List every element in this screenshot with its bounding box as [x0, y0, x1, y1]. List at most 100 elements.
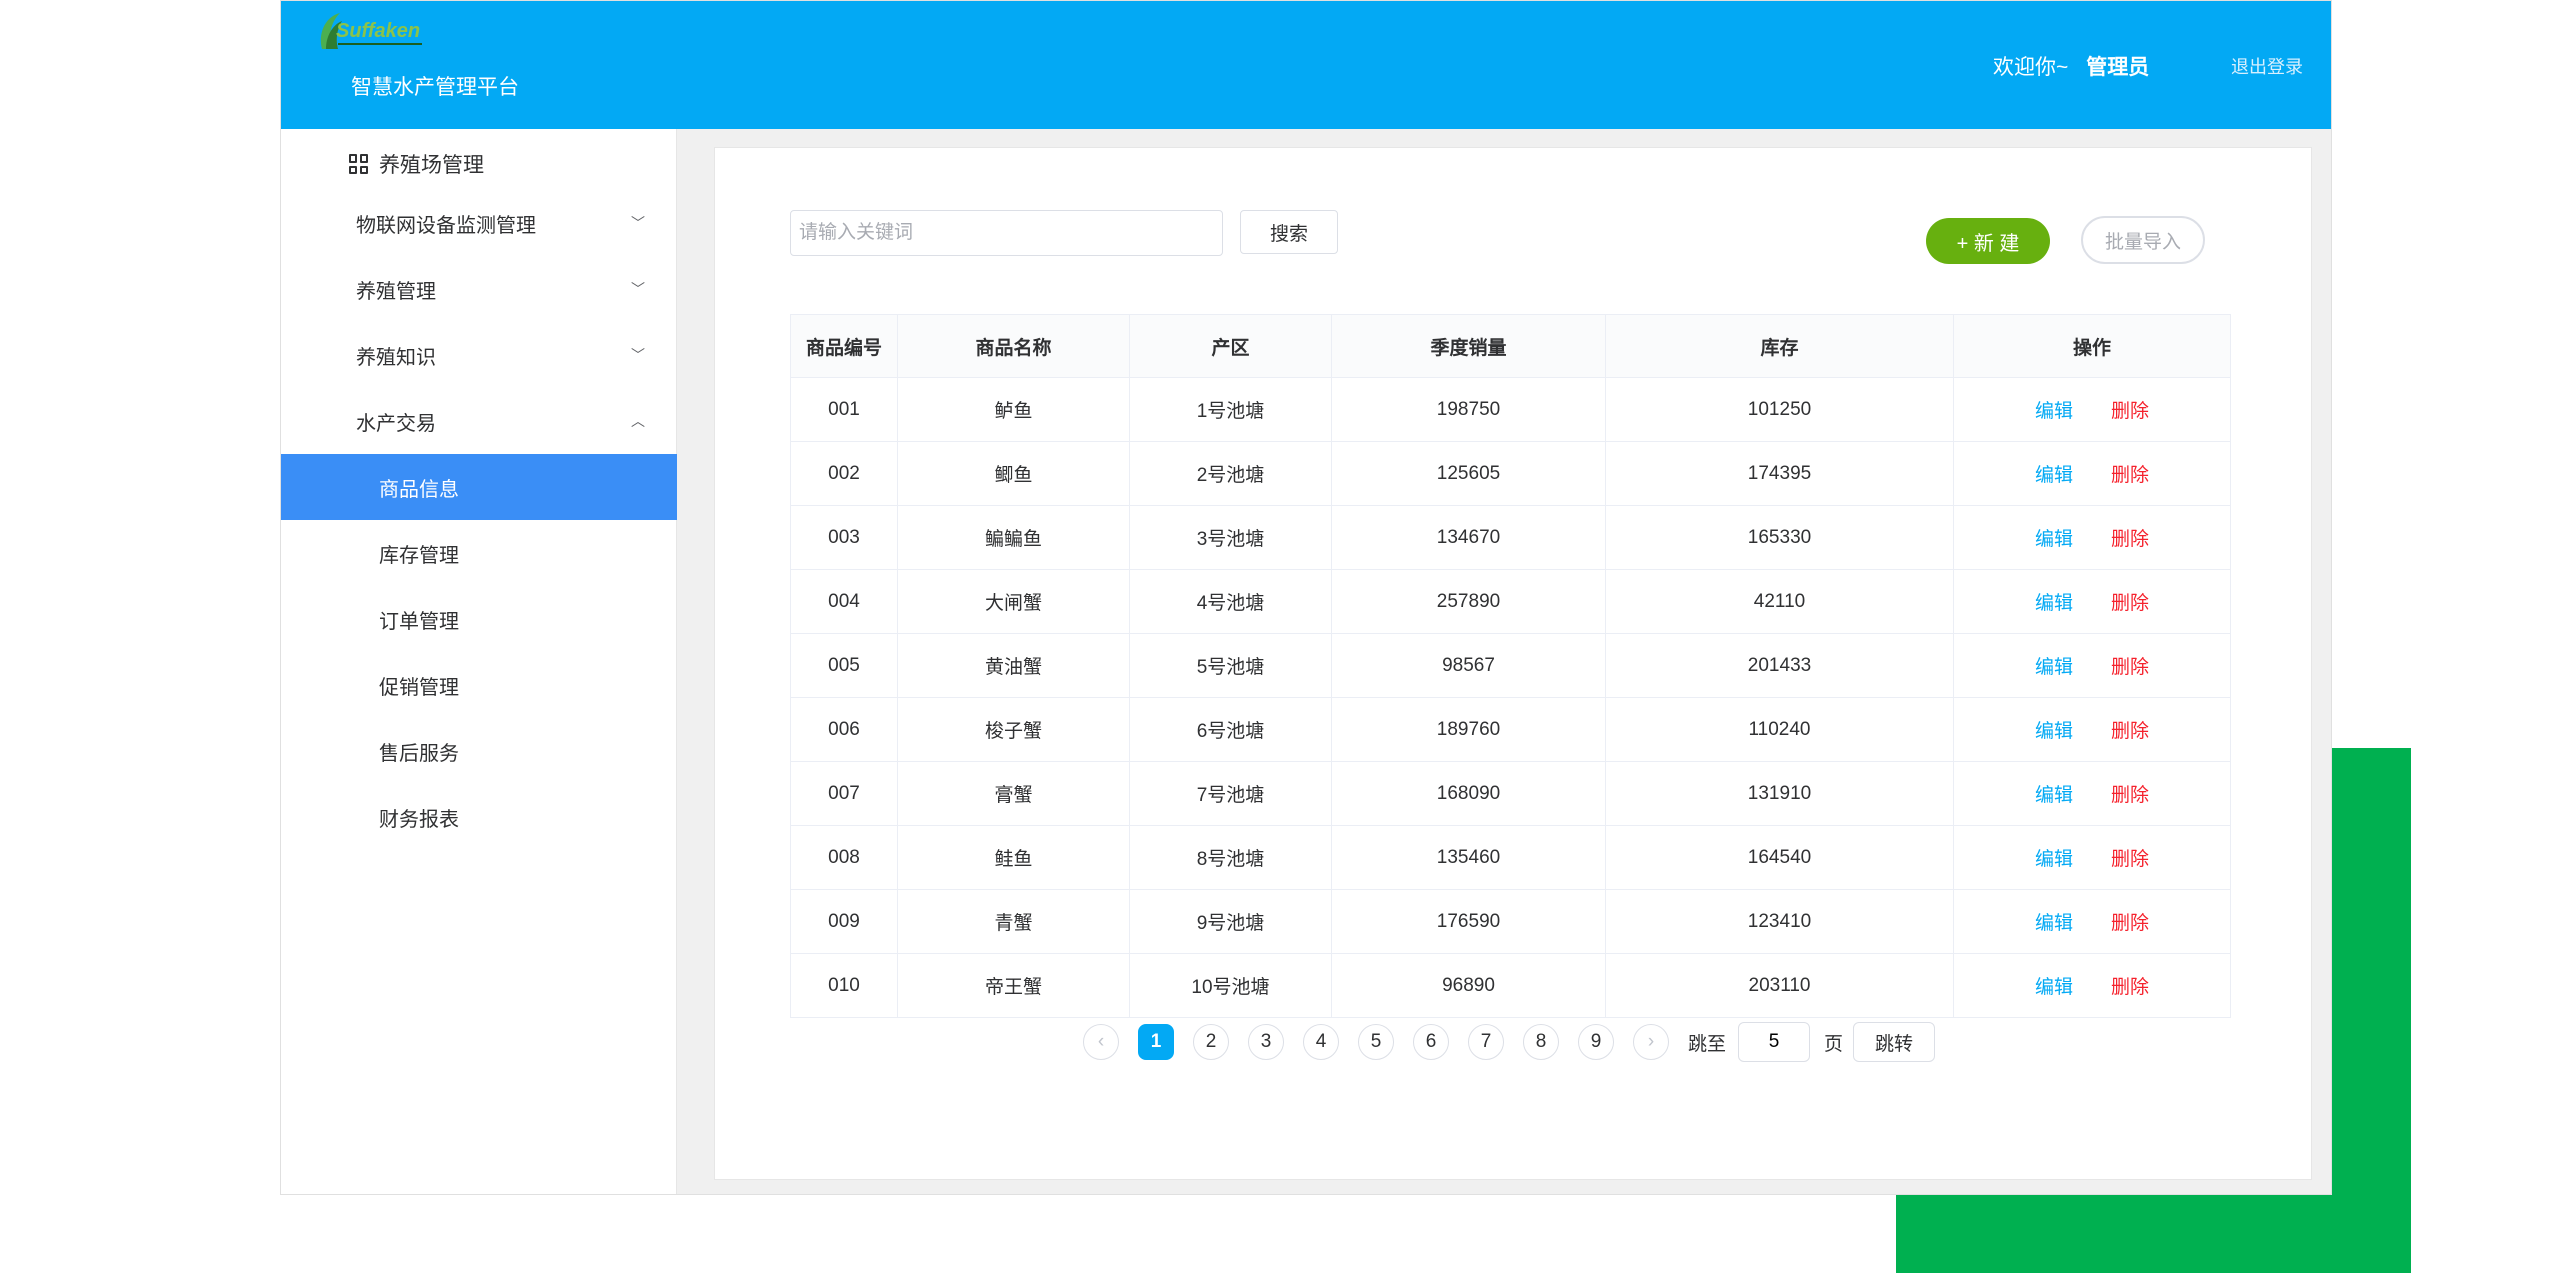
table-cell-actions: 编辑 删除: [1953, 697, 2231, 762]
table-cell: 005: [790, 633, 898, 698]
column-header: 商品名称: [897, 314, 1130, 378]
table-cell: 201433: [1605, 633, 1954, 698]
page-button-5[interactable]: 5: [1358, 1024, 1394, 1060]
edit-link[interactable]: 编辑: [2035, 529, 2073, 550]
delete-link[interactable]: 删除: [2111, 657, 2149, 678]
edit-link[interactable]: 编辑: [2035, 977, 2073, 998]
table-row: 007 膏蟹 7号池塘 168090 131910 编辑 删除: [790, 761, 2231, 826]
chevron-up-icon: ︿: [631, 413, 645, 429]
sidebar-item-orders[interactable]: 订单管理: [281, 586, 677, 652]
table-cell: 98567: [1331, 633, 1606, 698]
table-cell: 2号池塘: [1129, 441, 1332, 506]
delete-link[interactable]: 删除: [2111, 721, 2149, 742]
grid-icon: [349, 154, 369, 174]
sidebar-section-farm[interactable]: 养殖场管理: [349, 149, 484, 179]
jump-page-input[interactable]: [1738, 1022, 1811, 1062]
table-cell-actions: 编辑 删除: [1953, 761, 2231, 826]
search-button[interactable]: 搜索: [1240, 210, 1338, 254]
page-button-6[interactable]: 6: [1413, 1024, 1449, 1060]
logout-link[interactable]: 退出登录: [2231, 53, 2303, 79]
welcome-label: 欢迎你~: [1993, 56, 2069, 79]
page-button-2[interactable]: 2: [1193, 1024, 1229, 1060]
sidebar-item-after-sales[interactable]: 售后服务: [281, 718, 677, 784]
column-header: 操作: [1953, 314, 2231, 378]
table-header-row: 商品编号 商品名称 产区 季度销量 库存 操作: [790, 314, 2231, 378]
sidebar-item-promotions[interactable]: 促销管理: [281, 652, 677, 718]
delete-link[interactable]: 删除: [2111, 465, 2149, 486]
delete-link[interactable]: 删除: [2111, 785, 2149, 806]
chevron-down-icon: ﹀: [631, 347, 645, 363]
page-button-7[interactable]: 7: [1468, 1024, 1504, 1060]
table-row: 004 大闸蟹 4号池塘 257890 42110 编辑 删除: [790, 569, 2231, 634]
column-header: 季度销量: [1331, 314, 1606, 378]
sidebar-item-inventory[interactable]: 库存管理: [281, 520, 677, 586]
delete-link[interactable]: 删除: [2111, 913, 2149, 934]
table-cell: 1号池塘: [1129, 377, 1332, 442]
current-user: 管理员: [2086, 56, 2150, 79]
table-cell: 110240: [1605, 697, 1954, 762]
page-button-3[interactable]: 3: [1248, 1024, 1284, 1060]
edit-link[interactable]: 编辑: [2035, 657, 2073, 678]
sidebar-menu-iot[interactable]: 物联网设备监测管理 ﹀: [281, 190, 677, 256]
table-cell: 5号池塘: [1129, 633, 1332, 698]
table-row: 001 鲈鱼 1号池塘 198750 101250 编辑 删除: [790, 377, 2231, 442]
sidebar-menu-farming[interactable]: 养殖管理 ﹀: [281, 256, 677, 322]
delete-link[interactable]: 删除: [2111, 849, 2149, 870]
edit-link[interactable]: 编辑: [2035, 913, 2073, 934]
new-button[interactable]: + 新 建: [1926, 218, 2050, 264]
table-cell-actions: 编辑 删除: [1953, 825, 2231, 890]
table-cell: 002: [790, 441, 898, 506]
jump-button[interactable]: 跳转: [1853, 1022, 1936, 1062]
table-cell: 001: [790, 377, 898, 442]
table-cell: 189760: [1331, 697, 1606, 762]
page-button-9[interactable]: 9: [1578, 1024, 1614, 1060]
sidebar-item-finance[interactable]: 财务报表: [281, 784, 677, 850]
sidebar-menu-trade[interactable]: 水产交易 ︿: [281, 388, 677, 454]
edit-link[interactable]: 编辑: [2035, 465, 2073, 486]
page-button-1[interactable]: 1: [1138, 1024, 1174, 1060]
search-input[interactable]: [790, 210, 1223, 256]
delete-link[interactable]: 删除: [2111, 977, 2149, 998]
table-cell: 131910: [1605, 761, 1954, 826]
table-cell: 鲑鱼: [897, 825, 1130, 890]
table-cell: 3号池塘: [1129, 505, 1332, 570]
edit-link[interactable]: 编辑: [2035, 593, 2073, 614]
sidebar-menu-knowledge[interactable]: 养殖知识 ﹀: [281, 322, 677, 388]
next-page-icon[interactable]: ›: [1633, 1024, 1669, 1060]
product-table: 商品编号 商品名称 产区 季度销量 库存 操作 001 鲈鱼 1号池塘 198750 1…: [790, 314, 2231, 1018]
table-cell: 009: [790, 889, 898, 954]
table-cell: 青蟹: [897, 889, 1130, 954]
sidebar: 养殖场管理 物联网设备监测管理 ﹀ 养殖管理 ﹀ 养殖知识 ﹀ 水产交易 ︿ 商…: [281, 129, 677, 1194]
table-row: 010 帝王蟹 10号池塘 96890 203110 编辑 删除: [790, 953, 2231, 1018]
welcome-text: 欢迎你~ 管理员: [1993, 51, 2149, 81]
table-cell: 鳊鳊鱼: [897, 505, 1130, 570]
table-row: 006 梭子蟹 6号池塘 189760 110240 编辑 删除: [790, 697, 2231, 762]
table-cell: 9号池塘: [1129, 889, 1332, 954]
edit-link[interactable]: 编辑: [2035, 849, 2073, 870]
edit-link[interactable]: 编辑: [2035, 401, 2073, 422]
table-cell: 257890: [1331, 569, 1606, 634]
table-cell: 134670: [1331, 505, 1606, 570]
sidebar-item-label: 财务报表: [379, 808, 459, 831]
table-cell: 003: [790, 505, 898, 570]
sidebar-section-label: 养殖场管理: [379, 154, 484, 177]
sidebar-item-product-info[interactable]: 商品信息: [281, 454, 677, 520]
table-cell: 168090: [1331, 761, 1606, 826]
page-button-8[interactable]: 8: [1523, 1024, 1559, 1060]
edit-link[interactable]: 编辑: [2035, 721, 2073, 742]
prev-page-icon[interactable]: ‹: [1083, 1024, 1119, 1060]
delete-link[interactable]: 删除: [2111, 593, 2149, 614]
delete-link[interactable]: 删除: [2111, 529, 2149, 550]
table-cell-actions: 编辑 删除: [1953, 889, 2231, 954]
page-button-4[interactable]: 4: [1303, 1024, 1339, 1060]
table-cell: 004: [790, 569, 898, 634]
edit-link[interactable]: 编辑: [2035, 785, 2073, 806]
batch-import-button[interactable]: 批量导入: [2081, 216, 2205, 264]
table-cell: 梭子蟹: [897, 697, 1130, 762]
company-logo: Suffaken: [320, 13, 422, 49]
table-cell: 帝王蟹: [897, 953, 1130, 1018]
sidebar-menu-label: 水产交易: [356, 412, 436, 435]
pagination: ‹ 1 2 3 4 5 6 7 8 9 › 跳至 页 跳转: [1083, 1022, 1936, 1062]
table-row: 005 黄油蟹 5号池塘 98567 201433 编辑 删除: [790, 633, 2231, 698]
delete-link[interactable]: 删除: [2111, 401, 2149, 422]
